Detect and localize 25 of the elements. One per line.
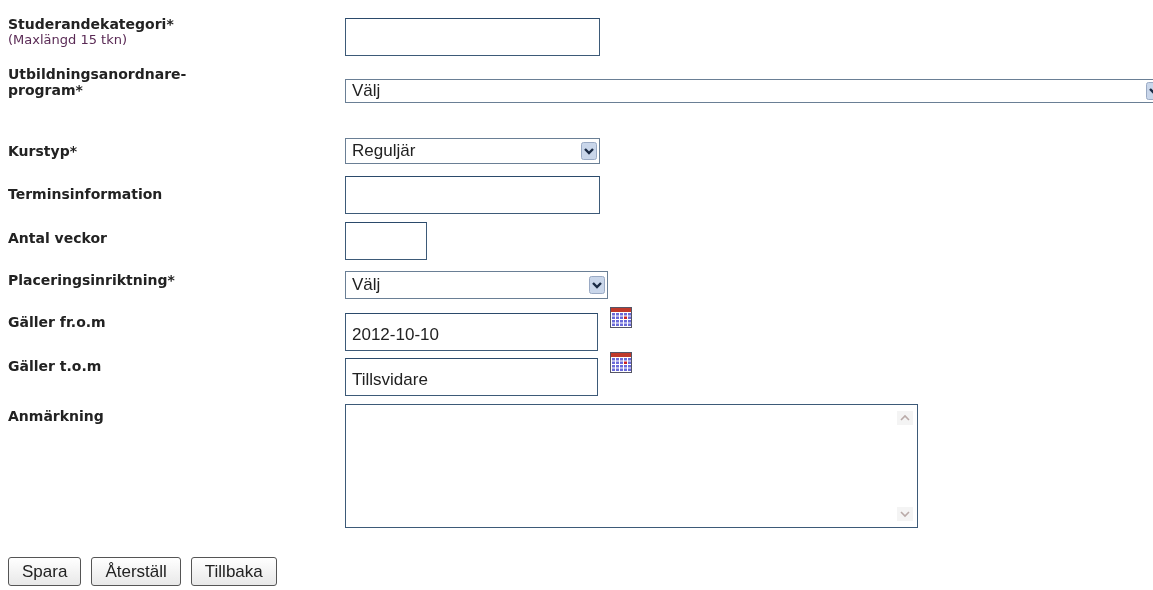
- field-label: Utbildningsanordnare-program*: [8, 66, 188, 98]
- form-button[interactable]: Tillbaka: [190, 557, 277, 586]
- calendar-icon[interactable]: [610, 352, 632, 373]
- field-hint: (Maxlängd 15 tkn): [8, 32, 128, 48]
- date-field[interactable]: Tillsvidare: [345, 358, 598, 396]
- field-label: Gäller fr.o.m: [8, 314, 107, 330]
- field-label: Gäller t.o.m: [8, 358, 103, 374]
- form-button[interactable]: Spara: [8, 557, 82, 586]
- dropdown[interactable]: Välj: [345, 271, 608, 299]
- chevron-down-icon: [589, 276, 605, 294]
- field-label: Studerandekategori*: [8, 16, 175, 32]
- field-label: Placeringsinriktning*: [8, 272, 176, 288]
- text-field[interactable]: [345, 222, 427, 260]
- text-field[interactable]: [345, 18, 600, 56]
- date-field[interactable]: 2012-10-10: [345, 313, 598, 351]
- chevron-down-icon: [581, 142, 597, 160]
- form-button[interactable]: Återställ: [91, 557, 181, 586]
- dropdown[interactable]: Välj: [345, 79, 1153, 103]
- text-field[interactable]: [345, 176, 600, 214]
- field-label: Anmärkning: [8, 408, 105, 424]
- field-label: Terminsinformation: [8, 186, 164, 202]
- calendar-icon[interactable]: [610, 307, 632, 328]
- dropdown[interactable]: Reguljär: [345, 138, 600, 164]
- field-label: Kurstyp*: [8, 143, 78, 159]
- field-label: Antal veckor: [8, 230, 108, 246]
